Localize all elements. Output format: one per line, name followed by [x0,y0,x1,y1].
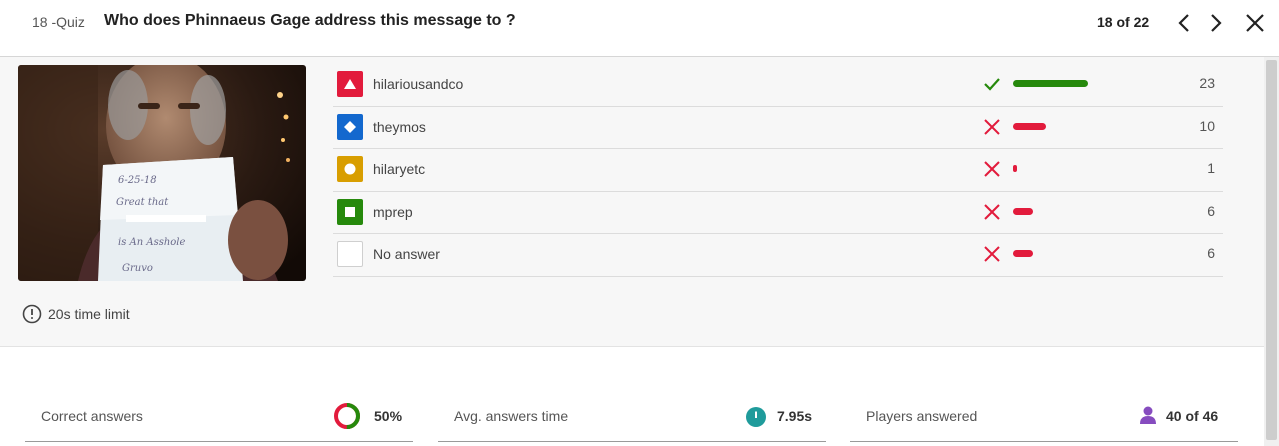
answer-count: 6 [1207,245,1215,261]
user-icon [1140,406,1156,424]
avg-time-label: Avg. answers time [454,408,569,424]
svg-text:Gruvo: Gruvo [122,263,153,274]
checkmark-icon [984,78,1000,91]
next-button[interactable] [1204,10,1228,36]
chevron-right-icon [1211,14,1222,32]
svg-text:6-25-18: 6-25-18 [118,175,157,186]
answer-count: 10 [1199,117,1215,134]
players-value: 40 of 46 [1166,408,1219,424]
question-panel: 6-25-18 Great that is An Asshole Gruvo 2… [0,57,1264,347]
cross-icon [984,246,1000,262]
question-counter: 18 of 22 [1097,14,1150,30]
cross-icon [984,118,1000,135]
avg-time-stat: Avg. answers time 7.95s [438,390,826,442]
triangle-icon [337,71,363,97]
svg-text:Great that: Great that [116,197,169,208]
empty-answer-box [337,241,363,267]
players-label: Players answered [866,408,978,424]
previous-button[interactable] [1172,10,1196,36]
answer-row: No answer 6 [333,234,1223,277]
answer-list: hilariousandco 23 theymos 10 hilaryetc 1… [333,64,1223,277]
players-stat: Players answered 40 of 46 [850,390,1238,442]
correct-answers-stat: Correct answers 50% [25,390,413,442]
answer-row: hilariousandco 23 [333,64,1223,107]
chevron-left-icon [1178,14,1189,32]
question-title: Who does Phinnaeus Gage address this mes… [104,12,516,29]
answer-count: 1 [1207,160,1215,176]
answer-label: hilariousandco [373,76,464,92]
time-limit-label: 20s time limit [48,306,130,322]
answer-bar [1013,165,1017,172]
stats-row: Correct answers 50% Avg. answers time 7.… [0,390,1264,446]
answer-row: theymos 10 [333,107,1223,149]
cross-icon [984,203,1000,220]
correct-answers-label: Correct answers [41,408,143,424]
square-icon [337,198,363,225]
quiz-tag: 18 -Quiz [32,14,85,30]
answer-bar [1013,80,1088,87]
answer-count: 6 [1207,202,1215,219]
avg-time-value: 7.95s [777,408,813,424]
circle-icon [337,156,363,182]
answer-bar [1013,207,1033,215]
svg-text:is An Asshole: is An Asshole [118,237,185,248]
quiz-header: 18 -Quiz Who does Phinnaeus Gage address… [0,0,1279,57]
close-button[interactable] [1243,10,1267,36]
answer-bar [1013,122,1046,130]
clock-icon [22,304,42,324]
answer-label: hilaryetc [373,161,426,177]
diamond-icon [337,113,363,140]
answer-count: 23 [1199,75,1215,91]
cross-icon [984,161,1000,177]
answer-label: No answer [373,246,440,262]
answer-row: hilaryetc 1 [333,149,1223,192]
answer-label: theymos [373,118,426,135]
answer-row: mprep 6 [333,192,1223,234]
scrollbar-thumb[interactable] [1266,60,1277,440]
answer-bar [1013,250,1033,257]
timer-icon [746,407,766,427]
answer-label: mprep [373,203,413,220]
time-limit: 20s time limit [22,304,130,324]
close-icon [1246,14,1264,32]
donut-icon [334,403,360,429]
question-image: 6-25-18 Great that is An Asshole Gruvo [18,65,306,281]
correct-answers-value: 50% [374,408,403,424]
